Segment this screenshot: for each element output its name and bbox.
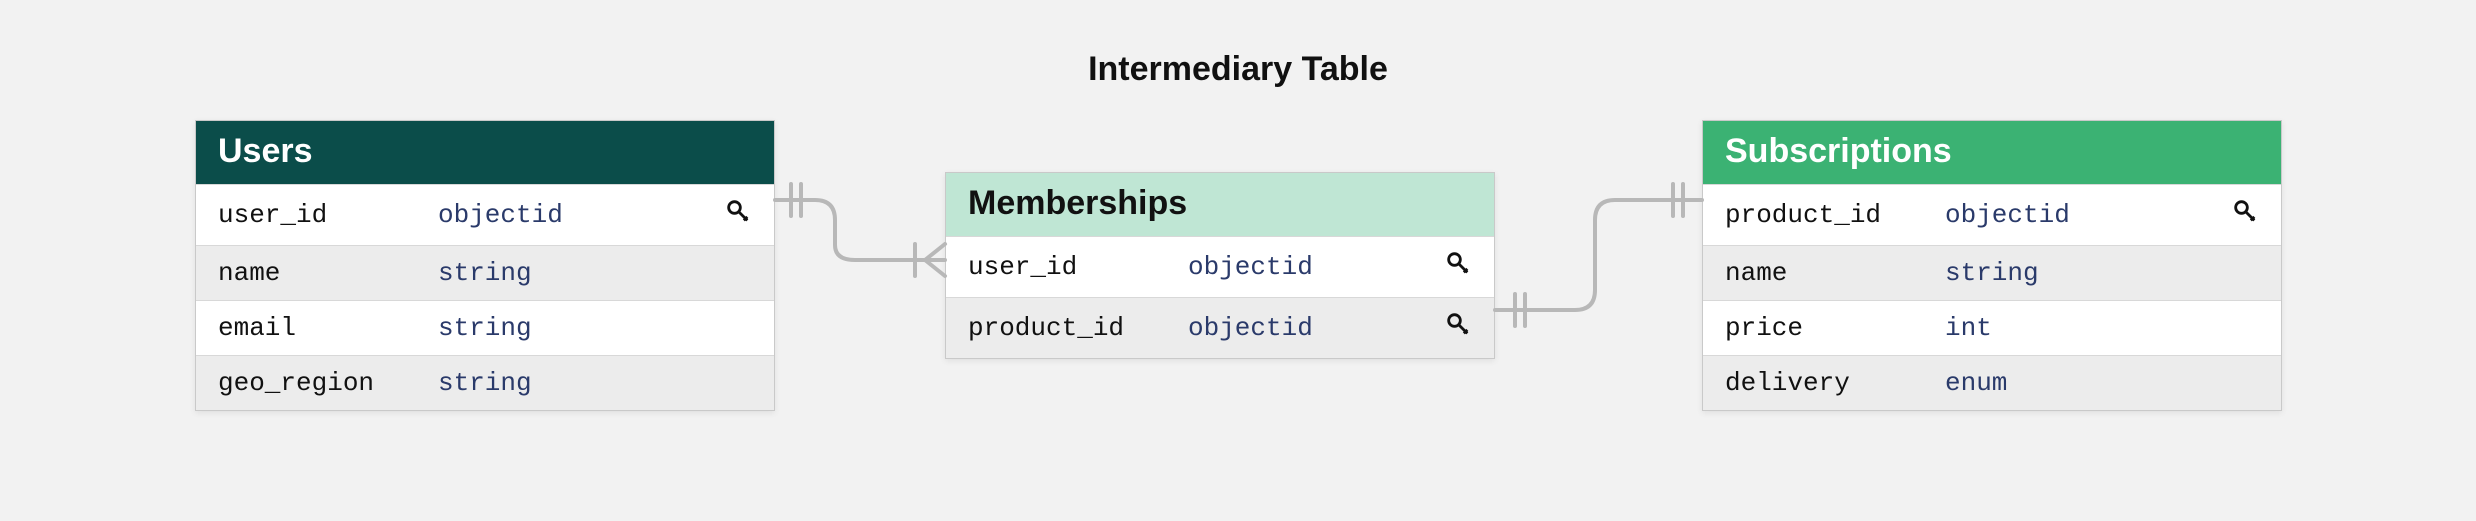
table-row: user_id objectid [196,184,774,245]
table-row: price int [1703,300,2281,355]
relationship-users-memberships [775,180,945,300]
table-header-users: Users [196,121,774,184]
column-type: objectid [1188,313,1424,343]
column-type: int [1945,313,2211,343]
column-name: user_id [968,252,1188,282]
column-type: objectid [438,200,704,230]
column-type: enum [1945,368,2211,398]
primary-key-icon [2211,197,2259,233]
column-type: string [438,258,704,288]
table-header-memberships: Memberships [946,173,1494,236]
relationship-memberships-subscriptions [1495,180,1702,340]
table-row: product_id objectid [1703,184,2281,245]
column-type: string [438,313,704,343]
column-name: price [1725,313,1945,343]
primary-key-icon [1424,249,1472,285]
column-name: delivery [1725,368,1945,398]
column-name: user_id [218,200,438,230]
table-row: user_id objectid [946,236,1494,297]
table-memberships: Memberships user_id objectid product_id … [945,172,1495,359]
column-type: string [1945,258,2211,288]
table-row: email string [196,300,774,355]
column-name: geo_region [218,368,438,398]
table-row: name string [196,245,774,300]
primary-key-icon [1424,310,1472,346]
table-row: delivery enum [1703,355,2281,410]
column-name: name [1725,258,1945,288]
table-row: product_id objectid [946,297,1494,358]
table-row: geo_region string [196,355,774,410]
table-users: Users user_id objectid name string email… [195,120,775,411]
table-subscriptions: Subscriptions product_id objectid name s… [1702,120,2282,411]
diagram-title: Intermediary Table [1088,50,1388,89]
column-name: email [218,313,438,343]
table-row: name string [1703,245,2281,300]
column-type: objectid [1188,252,1424,282]
column-name: product_id [1725,200,1945,230]
primary-key-icon [704,197,752,233]
column-type: string [438,368,704,398]
column-name: product_id [968,313,1188,343]
column-name: name [218,258,438,288]
table-header-subscriptions: Subscriptions [1703,121,2281,184]
column-type: objectid [1945,200,2211,230]
